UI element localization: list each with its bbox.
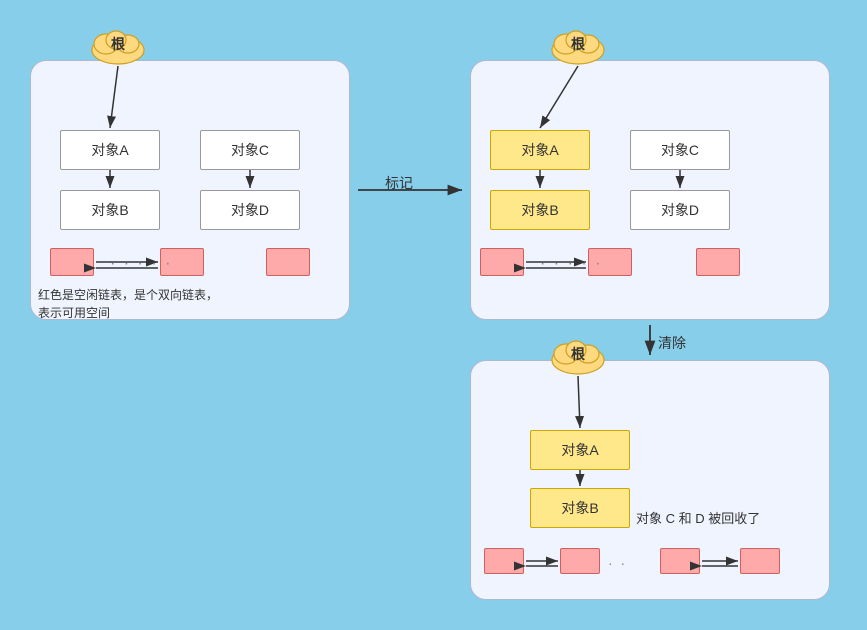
- cloud-bottom-right: 根: [548, 332, 608, 376]
- cloud-top-right: 根: [548, 22, 608, 66]
- obj-box-tr-D: 对象D: [630, 190, 730, 230]
- sweep-label: 清除: [658, 333, 686, 353]
- dots-br: · ·: [608, 555, 627, 571]
- free-block-left-3: [266, 248, 310, 276]
- obj-box-br-B: 对象B: [530, 488, 630, 528]
- obj-box-tr-A: 对象A: [490, 130, 590, 170]
- cloud-left: 根: [88, 22, 148, 66]
- free-list-desc: 红色是空闲链表，是个双向链表， 表示可用空间: [38, 286, 218, 322]
- free-block-br-1: [484, 548, 524, 574]
- obj-box-left-D: 对象D: [200, 190, 300, 230]
- dots-tr: · · · · ·: [540, 255, 602, 273]
- obj-box-left-C: 对象C: [200, 130, 300, 170]
- free-block-tr-3: [696, 248, 740, 276]
- obj-box-left-B: 对象B: [60, 190, 160, 230]
- mark-label: 标记: [385, 173, 413, 193]
- free-block-tr-1: [480, 248, 524, 276]
- free-block-br-4: [740, 548, 780, 574]
- obj-box-tr-B: 对象B: [490, 190, 590, 230]
- free-block-left-1: [50, 248, 94, 276]
- free-block-br-3: [660, 548, 700, 574]
- free-block-br-2: [560, 548, 600, 574]
- recycle-desc: 对象 C 和 D 被回收了: [636, 508, 760, 527]
- dots-left: · · · · ·: [110, 255, 172, 273]
- obj-box-br-A: 对象A: [530, 430, 630, 470]
- obj-box-tr-C: 对象C: [630, 130, 730, 170]
- diagram-container: 根 对象A 对象B 对象C 对象D 红色是空闲链表，是个双向链表， 表示可用空间: [0, 0, 867, 630]
- obj-box-left-A: 对象A: [60, 130, 160, 170]
